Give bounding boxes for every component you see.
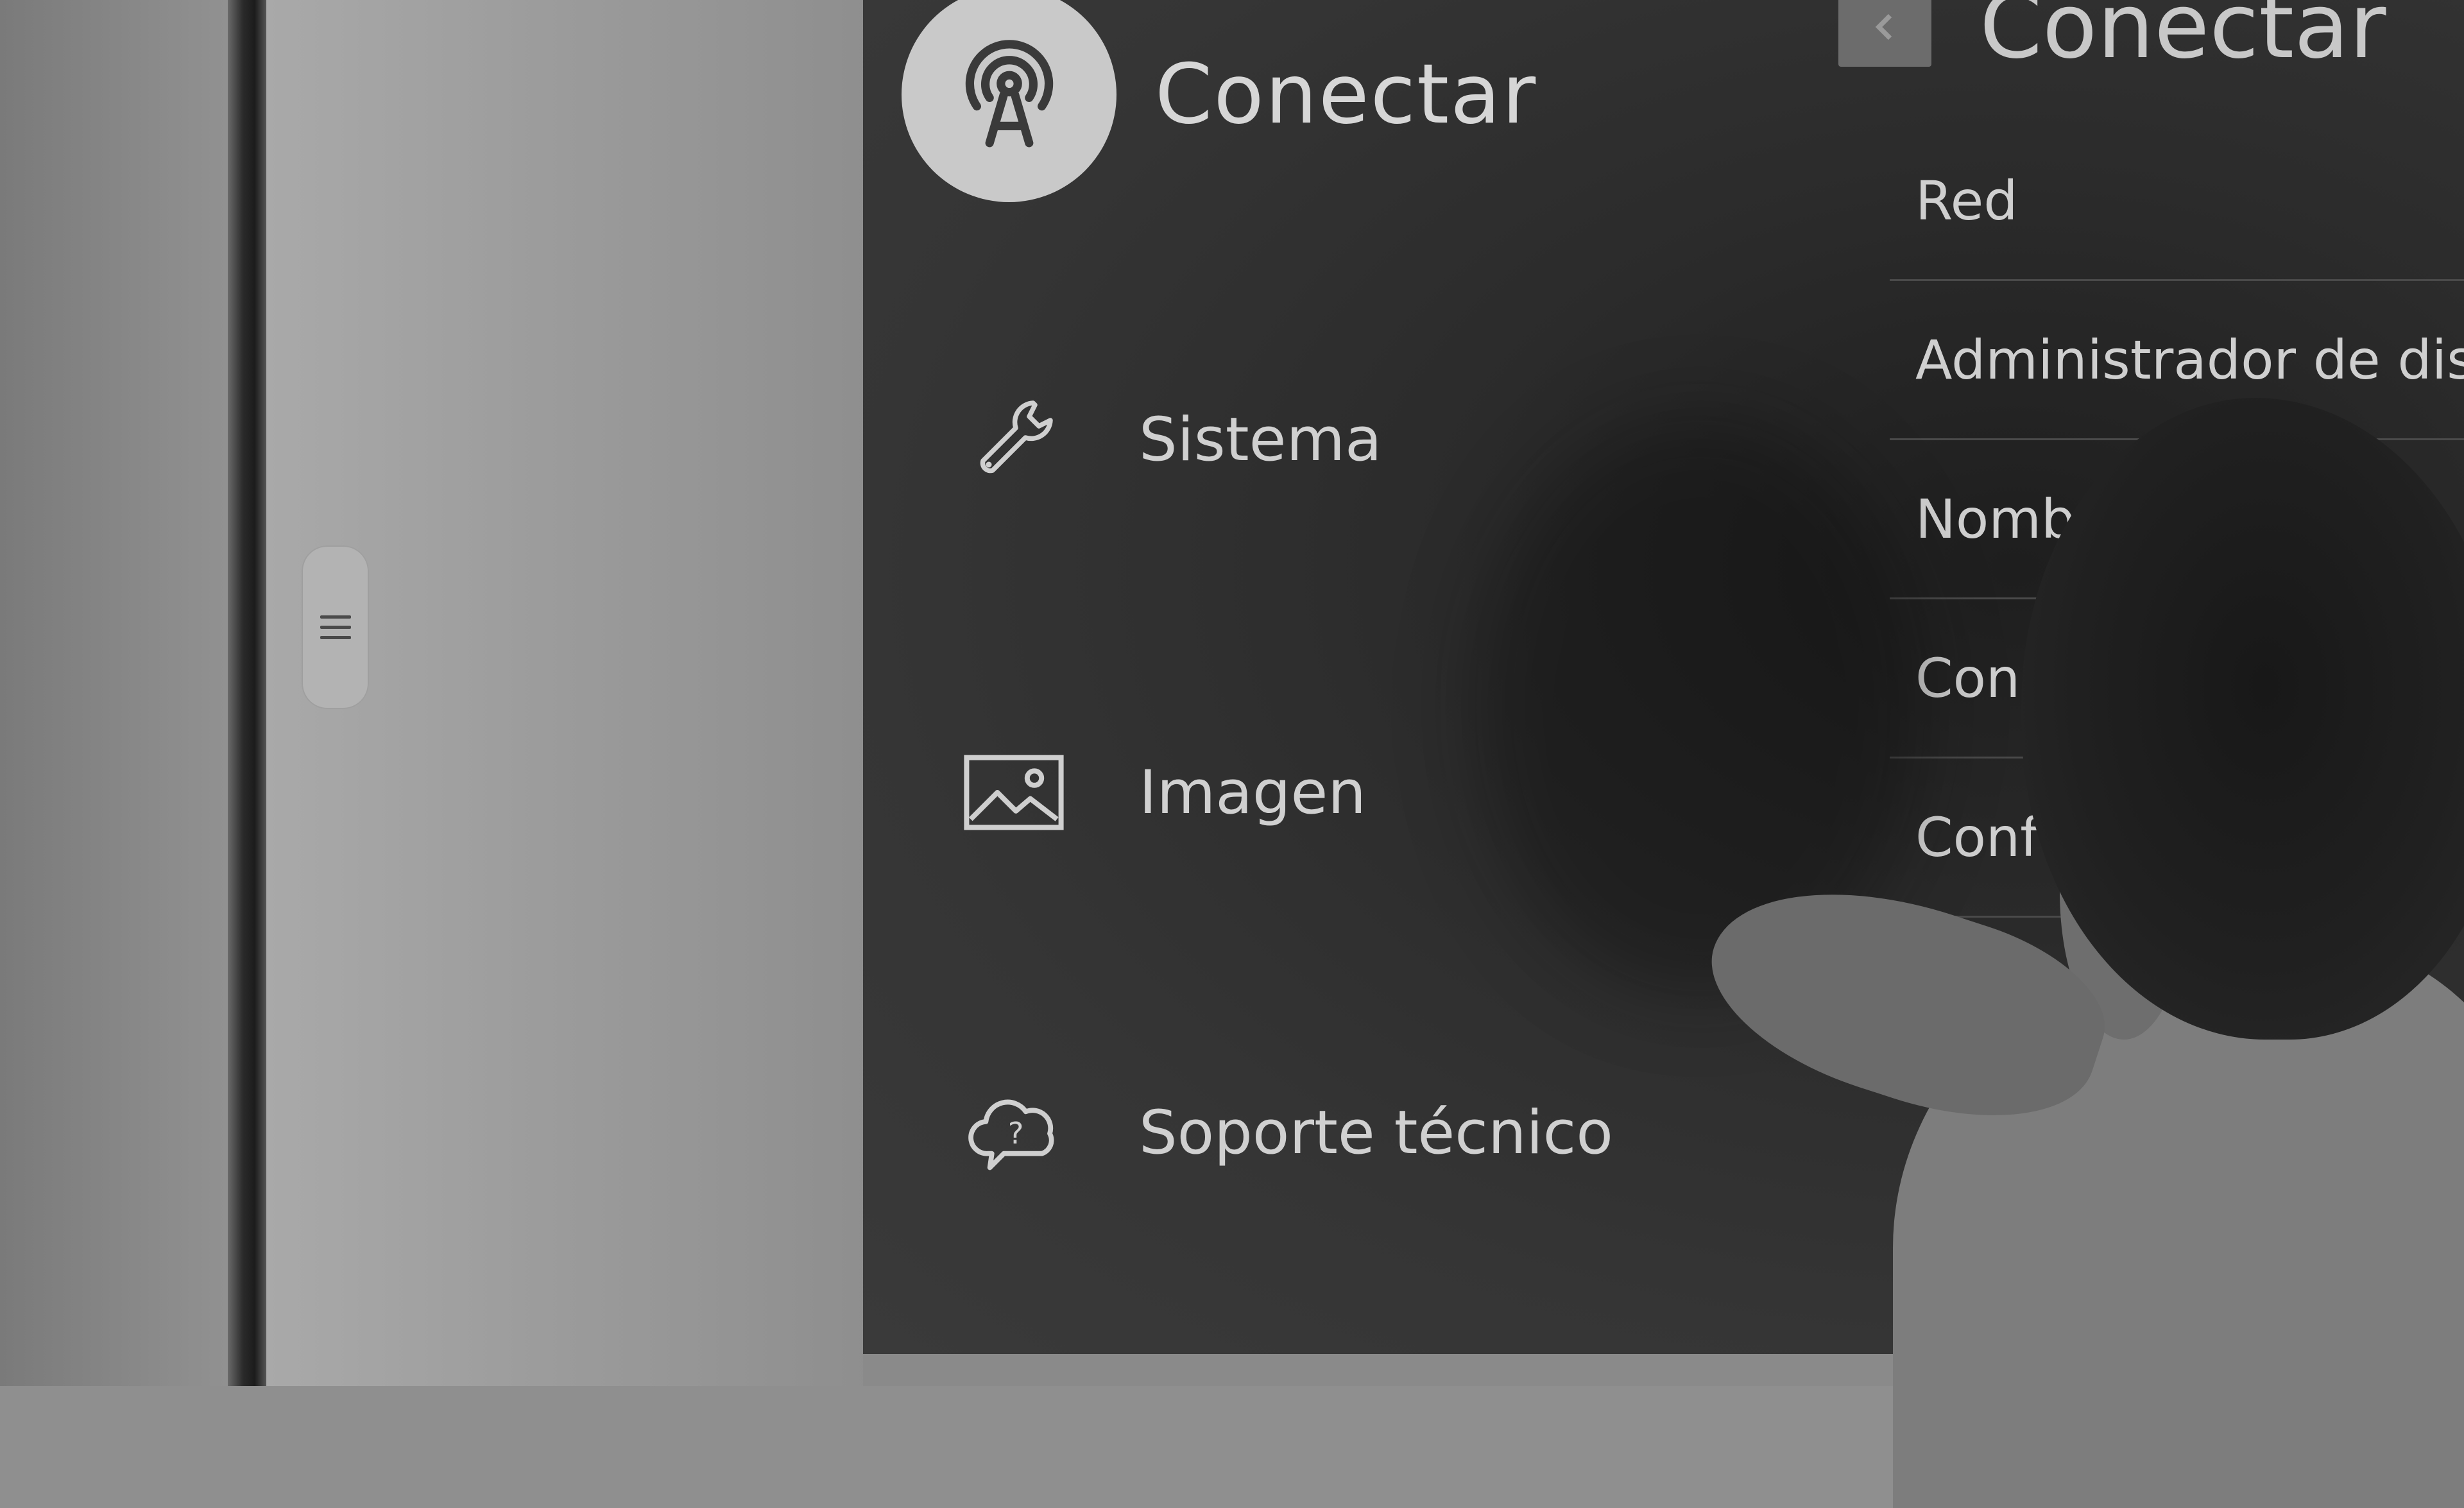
menu-item-conectar[interactable]: Conectar bbox=[902, 0, 1537, 202]
image-icon bbox=[959, 738, 1068, 847]
back-button[interactable] bbox=[1838, 0, 1931, 67]
display-frame-edge bbox=[228, 0, 266, 1386]
submenu-title: Conectar bbox=[1980, 0, 2386, 79]
menu-item-label: Sistema bbox=[1139, 404, 1382, 475]
chevron-left-icon bbox=[1875, 13, 1892, 40]
menu-item-label: Imagen bbox=[1139, 757, 1366, 828]
submenu-item-label: Nomb bbox=[1915, 487, 2076, 551]
menu-item-label: Soporte técnico bbox=[1139, 1097, 1613, 1168]
room-wall bbox=[0, 0, 257, 1386]
submenu-item-label: Administrador de dispo bbox=[1915, 328, 2464, 391]
submenu-item-red[interactable]: Red bbox=[1890, 122, 2464, 281]
menu-item-sistema[interactable]: Sistema bbox=[959, 385, 1382, 494]
svg-text:?: ? bbox=[1008, 1117, 1024, 1151]
hamburger-icon bbox=[320, 608, 351, 646]
submenu-header: Conectar bbox=[1838, 0, 2386, 79]
menu-header-label: Conectar bbox=[1155, 47, 1537, 142]
help-cloud-icon: ? bbox=[959, 1078, 1068, 1187]
submenu-item-label: Conf bbox=[1915, 805, 2039, 869]
antenna-broadcast-icon bbox=[902, 0, 1116, 202]
menu-item-soporte-tecnico[interactable]: ? Soporte técnico bbox=[959, 1078, 1613, 1187]
side-menu-handle[interactable] bbox=[302, 545, 369, 709]
submenu-item-label: Red bbox=[1915, 169, 2018, 232]
wrench-icon bbox=[959, 385, 1068, 494]
menu-item-imagen[interactable]: Imagen bbox=[959, 738, 1366, 847]
